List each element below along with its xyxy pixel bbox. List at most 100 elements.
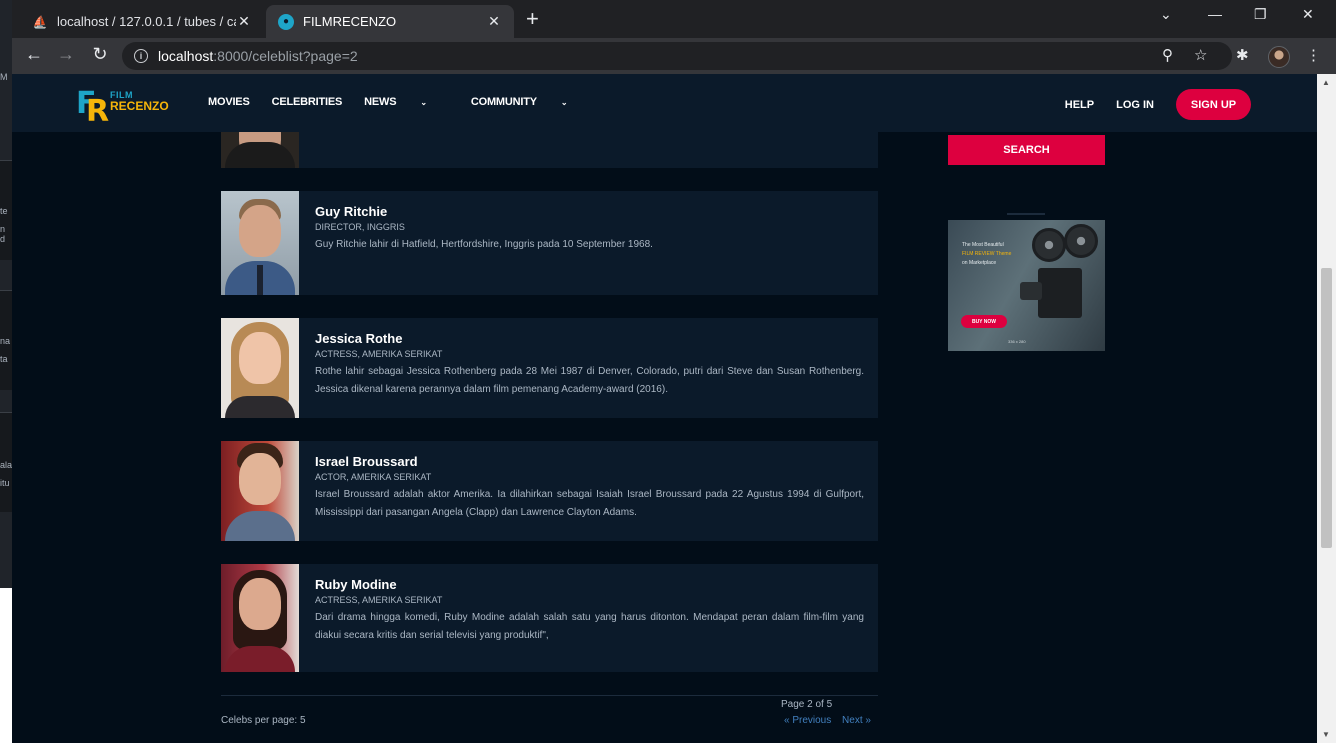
window-close-button[interactable]: ✕ xyxy=(1302,6,1314,23)
celebs-per-page: Celebs per page: 5 xyxy=(221,715,306,726)
celeb-bio: Israel Broussard adalah aktor Amerika. I… xyxy=(315,489,864,518)
close-icon[interactable]: ✕ xyxy=(486,13,502,30)
nav-celebrities[interactable]: CELEBRITIES xyxy=(272,96,343,108)
scroll-down-arrow-icon[interactable]: ▼ xyxy=(1322,730,1330,739)
photo-tie xyxy=(257,265,263,295)
tab-filmrecenzo[interactable]: ● FILMRECENZO ✕ xyxy=(266,5,514,38)
photo-body xyxy=(225,142,295,168)
login-link[interactable]: LOG IN xyxy=(1116,99,1154,111)
extensions-puzzle-icon[interactable]: ✱ xyxy=(1236,46,1249,64)
celeb-photo xyxy=(221,318,299,418)
forward-button[interactable]: → xyxy=(54,44,78,65)
celeb-card[interactable]: Ruby Modine ACTRESS, AMERIKA SERIKAT Dar… xyxy=(221,564,878,672)
address-bar[interactable]: i localhost :8000/celeblist?page=2 xyxy=(122,42,1232,70)
pagination-links: « Previous Next » xyxy=(784,715,879,726)
tab-phpmyadmin[interactable]: ⛵ localhost / 127.0.0.1 / tubes / cas ✕ xyxy=(20,5,264,38)
logo-text-recenzo: RECENZO xyxy=(110,99,169,113)
logo-mark-r: R xyxy=(86,94,110,129)
next-page-link[interactable]: Next » xyxy=(842,715,871,726)
filmrecenzo-favicon-icon: ● xyxy=(278,13,294,30)
bg-text: te xyxy=(0,206,8,216)
nav-community-label: COMMUNITY xyxy=(470,96,537,108)
celeb-card-partial[interactable] xyxy=(221,132,878,168)
celeb-role: ACTOR, AMERIKA SERIKAT xyxy=(315,472,432,482)
celeb-name[interactable]: Jessica Rothe xyxy=(315,331,864,346)
celeb-bio: Dari drama hingga komedi, Ruby Modine ad… xyxy=(315,612,864,641)
projector-reel-icon xyxy=(1032,228,1066,262)
celeb-card[interactable]: Guy Ritchie DIRECTOR, INGGRIS Guy Ritchi… xyxy=(221,191,878,295)
bg-text: n d xyxy=(0,224,6,244)
photo-body xyxy=(225,511,295,541)
nav-news-dropdown[interactable]: NEWS ⌄ xyxy=(364,96,449,108)
signup-button[interactable]: SIGN UP xyxy=(1176,89,1251,120)
scrollbar-thumb[interactable] xyxy=(1321,268,1332,548)
photo-face xyxy=(239,205,281,257)
celeb-role: ACTRESS, AMERIKA SERIKAT xyxy=(315,349,443,359)
tab-strip: ⛵ localhost / 127.0.0.1 / tubes / cas ✕ … xyxy=(12,0,1336,38)
background-window-edge: M te n d na ta ala itu xyxy=(0,0,12,588)
browser-window: ⛵ localhost / 127.0.0.1 / tubes / cas ✕ … xyxy=(12,0,1336,743)
search-button[interactable]: SEARCH xyxy=(948,135,1105,165)
header-actions: HELP LOG IN SIGN UP xyxy=(1065,89,1251,120)
page-indicator: Page 2 of 5 xyxy=(781,699,833,710)
restore-button[interactable]: ❐ xyxy=(1254,6,1267,23)
previous-page-link[interactable]: « Previous xyxy=(784,715,831,726)
celeb-bio: Guy Ritchie lahir di Hatfield, Hertfords… xyxy=(315,239,653,250)
page-viewport: F R FILM RECENZO MOVIES CELEBRITIES NEWS… xyxy=(12,74,1317,743)
main-nav: MOVIES CELEBRITIES NEWS ⌄ COMMUNITY ⌄ xyxy=(208,96,611,108)
photo-face xyxy=(239,453,281,505)
ad-line2: FILM REVIEW Theme xyxy=(962,251,1012,257)
minimize-button[interactable]: — xyxy=(1208,6,1222,22)
celeb-photo xyxy=(221,132,299,168)
celeb-name[interactable]: Ruby Modine xyxy=(315,577,864,592)
celeb-photo xyxy=(221,441,299,541)
celeb-name[interactable]: Israel Broussard xyxy=(315,454,864,469)
nav-movies[interactable]: MOVIES xyxy=(208,96,250,108)
reload-button[interactable]: ↻ xyxy=(88,44,112,65)
projector-reel-icon xyxy=(1064,224,1098,258)
photo-body xyxy=(225,396,295,418)
site-info-icon[interactable]: i xyxy=(134,49,148,63)
projector-body xyxy=(1038,268,1082,318)
ad-line1: The Most Beautiful xyxy=(962,242,1004,248)
celeb-info: Guy Ritchie DIRECTOR, INGGRIS Guy Ritchi… xyxy=(299,191,878,295)
page-scrollbar[interactable]: ▲ ▼ xyxy=(1317,74,1336,743)
bg-text: ala xyxy=(0,460,13,470)
help-link[interactable]: HELP xyxy=(1065,99,1094,111)
celeb-photo xyxy=(221,191,299,295)
photo-face xyxy=(239,332,281,384)
menu-dots-icon[interactable]: ⋮ xyxy=(1306,46,1321,64)
celeb-info: Israel Broussard ACTOR, AMERIKA SERIKAT … xyxy=(299,441,878,541)
bg-text: ta xyxy=(0,354,8,364)
tab-title: FILMRECENZO xyxy=(303,14,397,29)
bg-text: M xyxy=(0,72,8,82)
pagination-divider xyxy=(221,695,878,696)
scroll-up-arrow-icon[interactable]: ▲ xyxy=(1322,78,1330,87)
new-tab-button[interactable]: + xyxy=(526,8,539,30)
advertisement-banner[interactable]: The Most Beautiful FILM REVIEW Theme on … xyxy=(948,220,1105,351)
celeb-card[interactable]: Jessica Rothe ACTRESS, AMERIKA SERIKAT R… xyxy=(221,318,878,418)
tab-search-icon[interactable]: ⌄ xyxy=(1160,6,1172,23)
profile-avatar[interactable] xyxy=(1268,46,1290,68)
celeb-info: Ruby Modine ACTRESS, AMERIKA SERIKAT Dar… xyxy=(299,564,878,672)
bookmark-star-icon[interactable]: ☆ xyxy=(1194,46,1207,64)
zoom-icon[interactable]: ⚲ xyxy=(1162,46,1173,64)
url-path: :8000/celeblist?page=2 xyxy=(213,48,358,64)
bg-text: itu xyxy=(0,478,10,488)
tab-title: localhost / 127.0.0.1 / tubes / cas xyxy=(57,14,236,29)
photo-body xyxy=(225,646,295,672)
back-button[interactable]: ← xyxy=(22,44,46,65)
ad-buy-now-button[interactable]: BUY NOW xyxy=(961,315,1007,328)
photo-face xyxy=(239,578,281,630)
celeb-card[interactable]: Israel Broussard ACTOR, AMERIKA SERIKAT … xyxy=(221,441,878,541)
nav-community-dropdown[interactable]: COMMUNITY ⌄ xyxy=(471,96,590,108)
celeb-photo xyxy=(221,564,299,672)
chevron-down-icon: ⌄ xyxy=(560,98,568,107)
close-icon[interactable]: ✕ xyxy=(236,13,252,30)
bg-text: na xyxy=(0,336,11,346)
site-header: F R FILM RECENZO MOVIES CELEBRITIES NEWS… xyxy=(12,74,1317,132)
celeb-role: DIRECTOR, INGGRIS xyxy=(315,222,405,232)
ad-dimensions: 336 x 280 xyxy=(1008,339,1026,344)
site-logo[interactable]: F R FILM RECENZO xyxy=(76,84,176,129)
celeb-name[interactable]: Guy Ritchie xyxy=(315,204,864,219)
